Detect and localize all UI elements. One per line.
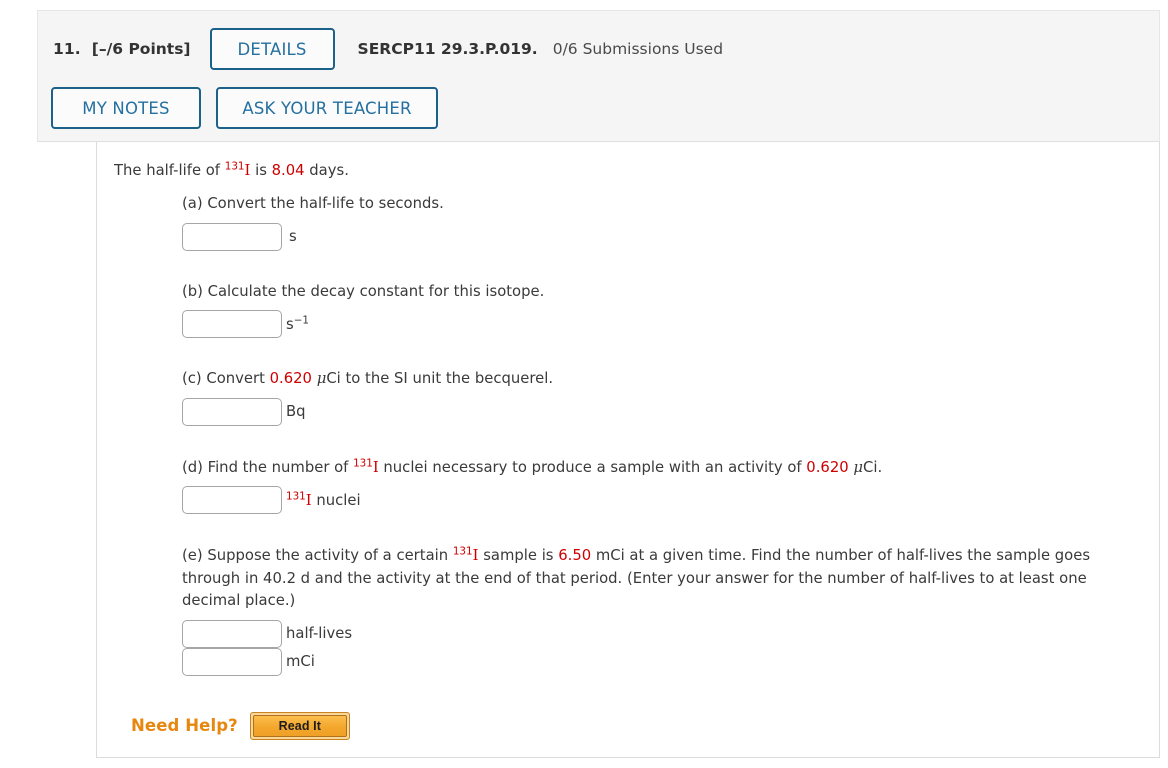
part-c: (c) Convert 0.620 μCi to the SI unit the…	[182, 368, 1159, 426]
part-d-unit: 131I nuclei	[286, 490, 361, 509]
stem-text-after: days.	[304, 162, 349, 179]
part-b-label: (b) Calculate the decay constant for thi…	[182, 282, 545, 300]
question-code: SERCP11 29.3.P.019.	[357, 40, 538, 58]
need-help-row: Need Help? Read It	[131, 711, 1159, 740]
part-e-activity-value: 6.50	[558, 547, 592, 565]
part-e-answer-row-2: mCi	[182, 647, 1159, 676]
part-b-answer-row: s−1	[182, 310, 1159, 339]
part-c-input[interactable]	[182, 397, 282, 426]
part-c-unit: Bq	[286, 403, 306, 421]
half-life-value: 8.04	[271, 162, 305, 179]
part-a-label: (a) Convert the half-life to seconds.	[182, 195, 444, 213]
part-e-unit-half-lives: half-lives	[286, 625, 353, 643]
isotope-mass-number: 131	[353, 457, 373, 470]
stem-text-middle: is	[250, 162, 272, 179]
part-e-label: (e) Suppose the activity of a certain 13…	[182, 545, 1102, 612]
part-e-text-before: (e) Suppose the activity of a certain	[182, 547, 453, 565]
read-it-button-frame: Read It	[249, 711, 350, 740]
part-a-input[interactable]	[182, 222, 282, 251]
need-help-label: Need Help?	[131, 716, 238, 736]
part-b-unit-exponent: −1	[293, 314, 309, 327]
question-header-panel: 11. [–/6 Points] DETAILS SERCP11 29.3.P.…	[37, 10, 1160, 142]
ask-your-teacher-button[interactable]: ASK YOUR TEACHER	[216, 87, 438, 129]
part-d: (d) Find the number of 131I nuclei neces…	[182, 457, 1159, 515]
part-e-activity-input[interactable]	[182, 647, 282, 676]
isotope-mass-number: 131	[224, 160, 245, 173]
part-c-text-after: Ci to the SI unit the becquerel.	[326, 370, 554, 388]
part-b: (b) Calculate the decay constant for thi…	[182, 281, 1159, 339]
micro-symbol: μ	[853, 458, 864, 476]
part-e: (e) Suppose the activity of a certain 13…	[182, 545, 1159, 676]
part-c-answer-row: Bq	[182, 397, 1159, 426]
my-notes-button[interactable]: MY NOTES	[51, 87, 201, 129]
part-e-half-lives-input[interactable]	[182, 619, 282, 648]
question-header-row-secondary: MY NOTES ASK YOUR TEACHER	[38, 87, 438, 143]
part-b-input[interactable]	[182, 310, 282, 339]
isotope-iodine-131: 131I	[224, 160, 251, 179]
details-button[interactable]: DETAILS	[209, 28, 335, 70]
question-header-row-primary: 11. [–/6 Points] DETAILS SERCP11 29.3.P.…	[38, 11, 723, 87]
isotope-mass-number: 131	[452, 546, 473, 559]
part-c-text-before: (c) Convert	[182, 370, 270, 388]
question-points: [–/6 Points]	[91, 40, 191, 58]
part-a-answer-row: s	[182, 222, 1159, 251]
part-a: (a) Convert the half-life to seconds. s	[182, 193, 1159, 251]
stem-text-before: The half-life of	[114, 162, 225, 179]
part-d-label: (d) Find the number of 131I nuclei neces…	[182, 457, 1102, 479]
question-body-panel: The half-life of 131I is 8.04 days. (a) …	[96, 142, 1160, 758]
part-d-text-middle: nuclei necessary to produce a sample wit…	[378, 458, 807, 476]
part-e-unit-mci: mCi	[286, 653, 315, 671]
isotope-iodine-131: 131I	[353, 457, 379, 476]
question-number: 11.	[53, 40, 81, 58]
part-b-unit-base: s	[286, 315, 294, 333]
part-d-text-after: Ci.	[863, 458, 883, 476]
part-b-unit: s−1	[286, 314, 309, 333]
part-e-text-middle: sample is	[478, 547, 559, 565]
micro-symbol: μ	[316, 370, 327, 388]
part-d-input[interactable]	[182, 486, 282, 515]
part-d-unit-after: nuclei	[311, 491, 361, 509]
submissions-used: 0/6 Submissions Used	[552, 40, 724, 58]
isotope-mass-number: 131	[286, 490, 306, 503]
part-d-answer-row: 131I nuclei	[182, 486, 1159, 515]
read-it-button[interactable]: Read It	[252, 714, 347, 737]
part-e-answer-row-1: half-lives	[182, 619, 1159, 648]
isotope-iodine-131: 131I	[286, 490, 312, 509]
isotope-iodine-131: 131I	[452, 546, 479, 565]
part-c-label: (c) Convert 0.620 μCi to the SI unit the…	[182, 368, 1102, 390]
part-c-activity-value: 0.620	[269, 370, 312, 388]
question-page: 11. [–/6 Points] DETAILS SERCP11 29.3.P.…	[0, 0, 1168, 768]
part-d-activity-value: 0.620	[806, 458, 849, 476]
problem-stem: The half-life of 131I is 8.04 days.	[114, 160, 1159, 181]
part-a-unit: s	[289, 228, 297, 246]
part-d-text-before: (d) Find the number of	[182, 458, 354, 476]
